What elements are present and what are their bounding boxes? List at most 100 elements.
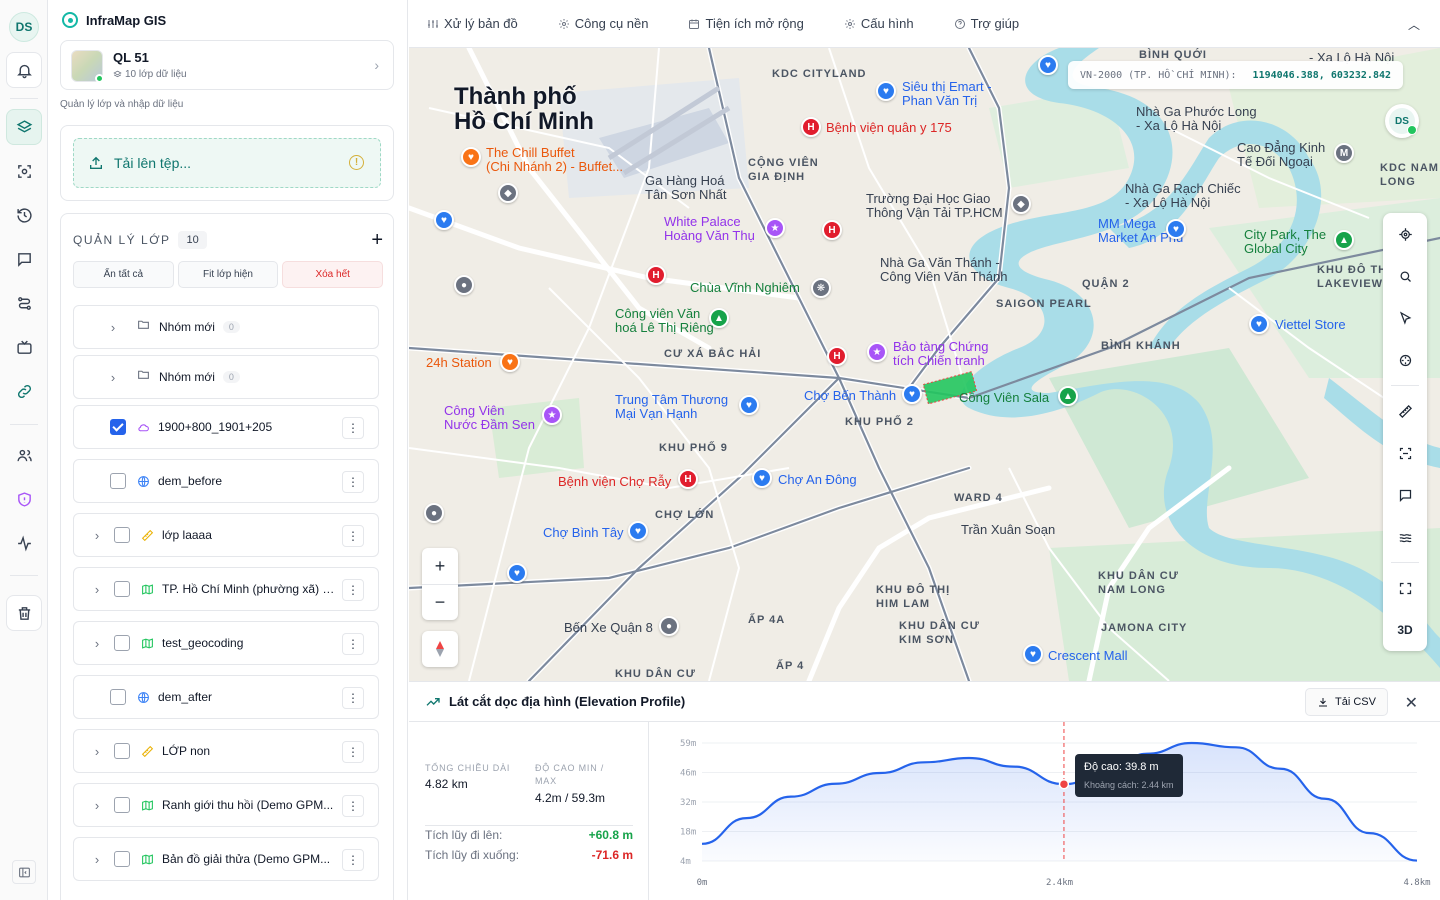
clear-all-button[interactable]: Xóa hết <box>282 261 384 288</box>
more-vertical-icon[interactable]: ⋮ <box>342 795 364 817</box>
map-poi-pin-icon[interactable]: ● <box>454 275 474 295</box>
info-icon[interactable]: ! <box>349 155 364 170</box>
map-poi-pin-icon[interactable]: ♥ <box>628 521 648 541</box>
layer-row[interactable]: › LỚP non ⋮ <box>73 729 379 773</box>
fit-visible-button[interactable]: Fit lớp hiện <box>177 261 279 288</box>
chevron-right-icon[interactable]: › <box>88 582 106 597</box>
map-poi-pin-icon[interactable]: H <box>801 117 821 137</box>
map-poi-pin-icon[interactable]: ♥ <box>1249 314 1269 334</box>
activity-button[interactable] <box>6 525 42 561</box>
layer-visibility-checkbox[interactable] <box>110 689 126 705</box>
layer-row[interactable]: › Bản đồ giải thửa (Demo GPM... ⋮ <box>73 837 379 881</box>
more-vertical-icon[interactable]: ⋮ <box>342 849 364 871</box>
chevron-right-icon[interactable]: › <box>88 636 106 651</box>
zoom-out-button[interactable]: − <box>422 584 458 620</box>
security-button[interactable] <box>6 481 42 517</box>
layer-visibility-checkbox[interactable] <box>114 797 130 813</box>
layer-visibility-checkbox[interactable] <box>110 419 126 435</box>
target-button[interactable] <box>1383 339 1427 381</box>
profile-button[interactable] <box>1383 516 1427 558</box>
chevron-right-icon[interactable]: › <box>88 852 106 867</box>
toolbar-menu-item[interactable]: Xử lý bản đồ <box>427 16 518 31</box>
hide-all-button[interactable]: Ẩn tất cả <box>73 261 174 288</box>
layer-row[interactable]: › TP. Hồ Chí Minh (phường xã) -... ⋮ <box>73 567 379 611</box>
map-poi-pin-icon[interactable]: ❋ <box>811 278 831 298</box>
comment-button[interactable] <box>1383 474 1427 516</box>
media-button[interactable] <box>6 329 42 365</box>
select-button[interactable] <box>1383 297 1427 339</box>
measure-button[interactable] <box>1383 390 1427 432</box>
fullscreen-button[interactable] <box>1383 567 1427 609</box>
layer-row[interactable]: › Ranh giới thu hồi (Demo GPM... ⋮ <box>73 783 379 827</box>
chat-button[interactable] <box>6 241 42 277</box>
map-poi-pin-icon[interactable]: ◆ <box>498 183 518 203</box>
layer-visibility-checkbox[interactable] <box>114 635 130 651</box>
map-poi-pin-icon[interactable]: ♥ <box>500 352 520 372</box>
map-poi-pin-icon[interactable]: ▲ <box>709 308 729 328</box>
more-vertical-icon[interactable]: ⋮ <box>342 687 364 709</box>
layer-row[interactable]: dem_before ⋮ <box>73 459 379 503</box>
collapse-toolbar-button[interactable]: ︿ <box>1408 16 1420 33</box>
map-poi-pin-icon[interactable]: ♥ <box>1023 644 1043 664</box>
toolbar-menu-item[interactable]: Trợ giúp <box>954 16 1019 31</box>
add-layer-button[interactable]: + <box>371 230 383 250</box>
close-elevation-button[interactable]: ✕ <box>1405 693 1418 713</box>
more-vertical-icon[interactable]: ⋮ <box>342 633 364 655</box>
map-poi-pin-icon[interactable]: ♥ <box>1038 55 1058 75</box>
layer-group[interactable]: › Nhóm mới 0 <box>73 305 379 349</box>
history-button[interactable] <box>6 197 42 233</box>
map-poi-pin-icon[interactable]: ♥ <box>434 210 454 230</box>
map-poi-pin-icon[interactable]: ♥ <box>1166 219 1186 239</box>
zoom-in-button[interactable]: + <box>422 548 458 584</box>
layer-visibility-checkbox[interactable] <box>110 473 126 489</box>
more-vertical-icon[interactable]: ⋮ <box>342 417 364 439</box>
map-canvas[interactable]: Thành phố Hồ Chí Minh KDC CITYLAND BÌNH QU… <box>409 48 1440 681</box>
more-vertical-icon[interactable]: ⋮ <box>342 579 364 601</box>
layer-visibility-checkbox[interactable] <box>114 851 130 867</box>
map-poi-pin-icon[interactable]: ♥ <box>739 395 759 415</box>
map-poi-pin-icon[interactable]: ★ <box>867 342 887 362</box>
chevron-right-icon[interactable]: › <box>88 744 106 759</box>
layer-visibility-checkbox[interactable] <box>114 743 130 759</box>
route-button[interactable] <box>6 285 42 321</box>
map-poi-pin-icon[interactable]: ▲ <box>1058 386 1078 406</box>
map-poi-pin-icon[interactable]: ● <box>659 616 679 636</box>
toolbar-menu-item[interactable]: Tiện ích mở rộng <box>688 16 804 31</box>
map-poi-pin-icon[interactable]: ★ <box>542 405 562 425</box>
compass-button[interactable] <box>422 631 458 667</box>
map-poi-pin-icon[interactable]: ★ <box>765 218 785 238</box>
map-poi-pin-icon[interactable]: ♥ <box>461 147 481 167</box>
search-button[interactable] <box>1383 255 1427 297</box>
area-select-button[interactable] <box>1383 432 1427 474</box>
collapse-sidebar-button[interactable] <box>12 860 36 884</box>
locate-button[interactable] <box>1383 213 1427 255</box>
map-poi-pin-icon[interactable]: H <box>827 346 847 366</box>
map-poi-pin-icon[interactable]: H <box>822 220 842 240</box>
map-poi-pin-icon[interactable]: H <box>678 469 698 489</box>
layer-row[interactable]: › test_geocoding ⋮ <box>73 621 379 665</box>
chevron-right-icon[interactable]: › <box>88 528 106 543</box>
more-vertical-icon[interactable]: ⋮ <box>342 741 364 763</box>
toolbar-menu-item[interactable]: Công cụ nền <box>558 16 648 31</box>
3d-toggle-button[interactable]: 3D <box>1383 609 1427 651</box>
layer-row[interactable]: 1900+800_1901+205 ⋮ <box>73 405 379 449</box>
map-poi-pin-icon[interactable]: ♥ <box>876 81 896 101</box>
link-button[interactable] <box>6 373 42 409</box>
layer-group[interactable]: › Nhóm mới 0 <box>73 355 379 399</box>
project-selector[interactable]: QL 51 10 lớp dữ liệu › <box>60 40 394 90</box>
users-button[interactable] <box>6 437 42 473</box>
elevation-chart[interactable]: 59m 46m 32m 18m 4m 0m 2.4km 4.8km Độ cao: 39.8 … <box>650 722 1440 900</box>
map-poi-pin-icon[interactable]: ♥ <box>507 563 527 583</box>
notification-button[interactable] <box>6 52 42 88</box>
map-poi-pin-icon[interactable]: M <box>1334 143 1354 163</box>
chevron-right-icon[interactable]: › <box>104 370 122 385</box>
map-user-badge[interactable]: DS <box>1385 104 1419 138</box>
map-poi-pin-icon[interactable]: ♥ <box>902 384 922 404</box>
user-avatar[interactable]: DS <box>9 12 39 42</box>
chevron-right-icon[interactable]: › <box>88 798 106 813</box>
layer-row[interactable]: › lớp laaaa ⋮ <box>73 513 379 557</box>
download-csv-button[interactable]: Tải CSV <box>1305 688 1388 716</box>
trash-button[interactable] <box>6 595 42 631</box>
layer-visibility-checkbox[interactable] <box>114 581 130 597</box>
map-poi-pin-icon[interactable]: ● <box>424 503 444 523</box>
